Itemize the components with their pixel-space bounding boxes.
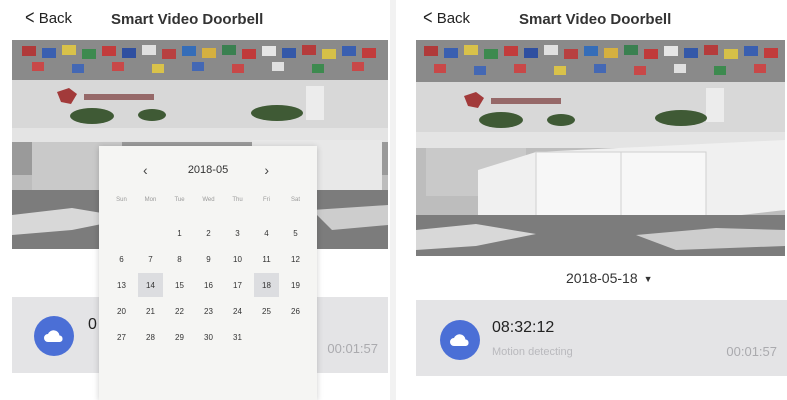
calendar-day[interactable]: 8 xyxy=(167,247,192,271)
calendar-day[interactable]: 21 xyxy=(138,299,163,323)
date-picker-calendar: ‹ 2018-05 › Sun Mon Tue Wed Thu Fri Sat 1 2 3 4 5 6 7… xyxy=(99,146,317,400)
calendar-day[interactable]: 6 xyxy=(109,247,134,271)
page-title: Smart Video Doorbell xyxy=(519,11,672,28)
chevron-right-icon[interactable]: › xyxy=(264,162,269,178)
calendar-day[interactable]: 25 xyxy=(254,299,279,323)
recording-time: 0 xyxy=(88,316,97,333)
calendar-weekday: Wed xyxy=(202,197,215,203)
calendar-weekday: Thu xyxy=(232,197,243,203)
calendar-day[interactable]: 1 xyxy=(167,221,192,245)
calendar-weekday: Sun xyxy=(116,197,127,203)
calendar-day[interactable]: 20 xyxy=(109,299,134,323)
calendar-day[interactable]: 22 xyxy=(167,299,192,323)
calendar-weekday: Mon xyxy=(144,197,157,203)
caret-down-icon: ▼ xyxy=(643,274,653,285)
calendar-day[interactable]: 2 xyxy=(196,221,221,245)
calendar-header: ‹ 2018-05 › xyxy=(99,162,317,182)
calendar-day[interactable]: 29 xyxy=(167,325,192,349)
top-bar: < Back Smart Video Doorbell xyxy=(398,0,787,38)
calendar-day[interactable]: 14 xyxy=(138,273,163,297)
cloud-icon xyxy=(34,316,74,356)
calendar-weekday: Sat xyxy=(290,197,300,203)
calendar-day[interactable]: 17 xyxy=(225,273,250,297)
date-dropdown[interactable]: 2018-05-18 ▼ xyxy=(566,270,653,286)
back-button[interactable]: < Back xyxy=(422,7,471,29)
calendar-empty-cell xyxy=(136,220,165,246)
calendar-day[interactable]: 23 xyxy=(196,299,221,323)
calendar-day[interactable]: 27 xyxy=(109,325,134,349)
calendar-weekday: Fri xyxy=(263,197,270,203)
calendar-day[interactable]: 16 xyxy=(196,273,221,297)
calendar-day[interactable]: 18 xyxy=(254,273,279,297)
right-screen: < Back Smart Video Doorbell 2018-05-18 ▼… xyxy=(398,0,787,400)
back-label: Back xyxy=(436,10,471,27)
recording-time: 08:32:12 xyxy=(492,319,555,336)
calendar-day[interactable]: 24 xyxy=(225,299,250,323)
calendar-day[interactable]: 10 xyxy=(225,247,250,271)
calendar-day[interactable]: 15 xyxy=(167,273,192,297)
recording-status: Motion detecting xyxy=(492,346,573,358)
calendar-day[interactable]: 31 xyxy=(225,325,250,349)
chevron-left-icon: < xyxy=(423,7,433,29)
calendar-month: 2018-05 xyxy=(187,164,229,176)
panel-divider xyxy=(390,0,396,400)
calendar-day[interactable]: 19 xyxy=(283,273,308,297)
calendar-day[interactable]: 30 xyxy=(196,325,221,349)
office-camera-frame xyxy=(416,40,785,256)
chevron-left-icon: < xyxy=(25,7,35,29)
video-preview[interactable] xyxy=(416,40,785,256)
left-screen: < Back Smart Video Doorbell 0 00:01:57 ‹… xyxy=(0,0,388,400)
calendar-grid: Sun Mon Tue Wed Thu Fri Sat 1 2 3 4 5 6 7 8 9 10 11 12 13 14… xyxy=(107,194,311,350)
calendar-day[interactable]: 4 xyxy=(254,221,279,245)
back-label: Back xyxy=(38,10,73,27)
calendar-day[interactable]: 5 xyxy=(283,221,308,245)
calendar-day[interactable]: 9 xyxy=(196,247,221,271)
calendar-day[interactable]: 26 xyxy=(283,299,308,323)
top-bar: < Back Smart Video Doorbell xyxy=(0,0,388,38)
calendar-day[interactable]: 28 xyxy=(138,325,163,349)
recording-duration: 00:01:57 xyxy=(327,341,378,356)
selected-date: 2018-05-18 xyxy=(566,270,638,286)
calendar-day[interactable]: 13 xyxy=(109,273,134,297)
calendar-day[interactable]: 3 xyxy=(225,221,250,245)
calendar-day[interactable]: 11 xyxy=(254,247,279,271)
calendar-day[interactable]: 12 xyxy=(283,247,308,271)
calendar-weekday: Tue xyxy=(174,197,185,203)
recording-duration: 00:01:57 xyxy=(726,344,777,359)
back-button[interactable]: < Back xyxy=(24,7,73,29)
calendar-day[interactable]: 7 xyxy=(138,247,163,271)
recording-item[interactable]: 08:32:12 Motion detecting 00:01:57 xyxy=(416,300,787,376)
cloud-icon xyxy=(440,320,480,360)
page-title: Smart Video Doorbell xyxy=(111,11,264,28)
calendar-empty-cell xyxy=(107,220,136,246)
